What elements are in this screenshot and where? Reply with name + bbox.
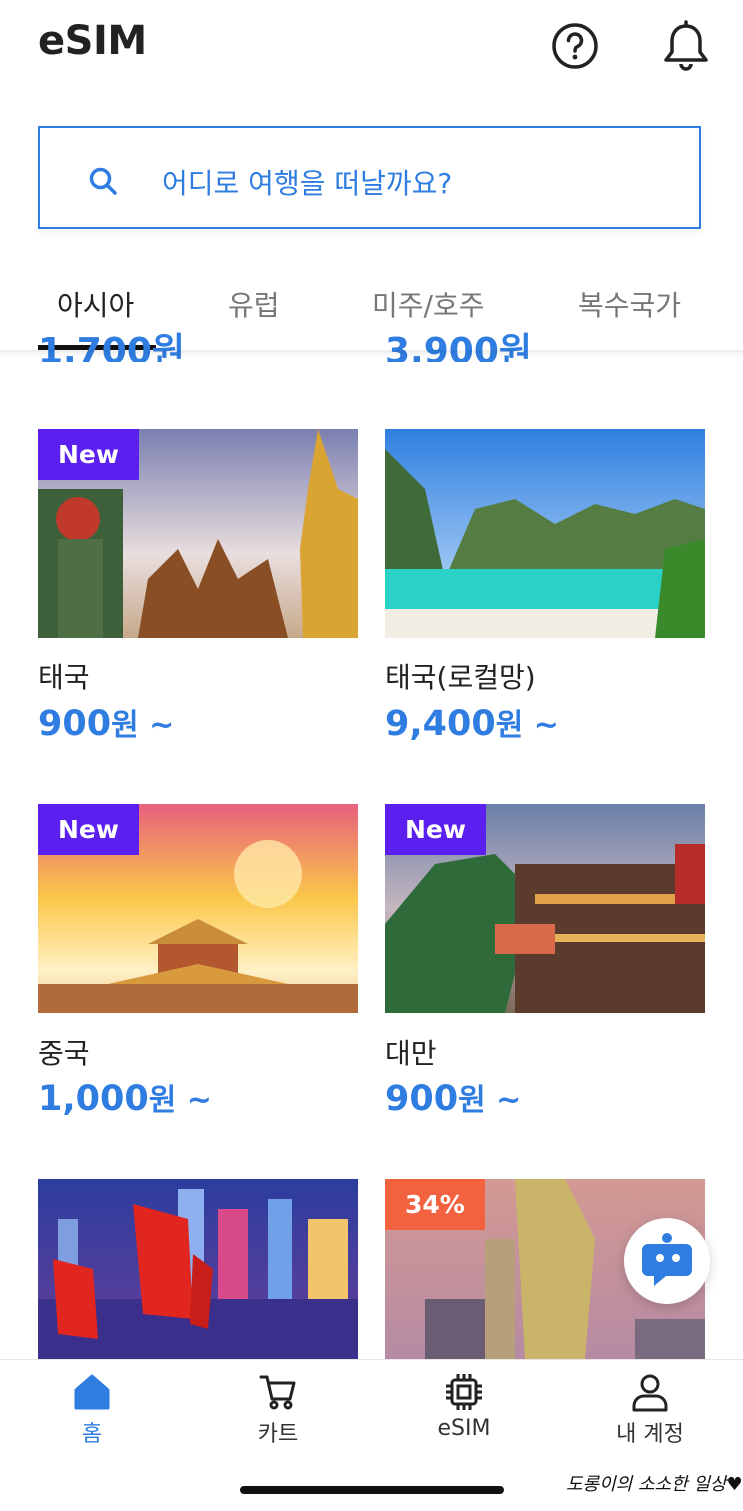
nav-account[interactable]: 내 계정 xyxy=(590,1360,710,1460)
nav-esim[interactable]: eSIM xyxy=(404,1360,524,1460)
tab-multi-country[interactable]: 복수국가 xyxy=(578,284,681,324)
nav-home-label: 홈 xyxy=(81,1422,103,1447)
card-image-thailand-local[interactable] xyxy=(385,429,705,638)
cart-icon xyxy=(259,1375,296,1410)
new-badge: New xyxy=(385,804,486,855)
help-circle-icon[interactable] xyxy=(551,22,599,70)
tab-bar-shadow xyxy=(0,350,743,358)
card-price: 1,000원 ~ xyxy=(38,1079,212,1119)
user-icon xyxy=(632,1374,668,1412)
watermark-text: 도롱이의 소소한 일상♥ xyxy=(566,1474,743,1495)
card-image-thailand[interactable]: New xyxy=(38,429,358,638)
bell-icon[interactable] xyxy=(660,20,712,72)
card-price: 900원 ~ xyxy=(385,1079,522,1119)
home-icon xyxy=(74,1374,110,1410)
new-badge: New xyxy=(38,804,139,855)
search-placeholder: 어디로 여행을 떠날까요? xyxy=(162,167,453,200)
card-price: 9,400원 ~ xyxy=(385,704,559,744)
discount-badge: 34% xyxy=(385,1179,485,1230)
nav-account-label: 내 계정 xyxy=(616,1422,684,1447)
card-name: 중국 xyxy=(38,1037,90,1070)
card-name: 태국(로컬망) xyxy=(385,661,536,694)
card-price: 900원 ~ xyxy=(38,704,175,744)
nav-cart[interactable]: 카트 xyxy=(218,1360,338,1460)
new-badge: New xyxy=(38,429,139,480)
nav-esim-label: eSIM xyxy=(437,1416,491,1441)
nav-home[interactable]: 홈 xyxy=(32,1360,152,1460)
nav-cart-label: 카트 xyxy=(257,1422,299,1447)
card-name: 대만 xyxy=(385,1037,437,1070)
search-input[interactable]: 어디로 여행을 떠날까요? xyxy=(38,126,701,229)
app-title: eSIM xyxy=(38,18,147,64)
chatbot-icon xyxy=(642,1233,692,1286)
card-name: 태국 xyxy=(38,661,90,694)
card-image-hongkong[interactable] xyxy=(38,1179,358,1359)
card-image-taiwan[interactable]: New xyxy=(385,804,705,1013)
home-indicator xyxy=(240,1486,504,1494)
chat-bot-button[interactable] xyxy=(624,1218,710,1304)
card-image-china[interactable]: New xyxy=(38,804,358,1013)
chip-icon xyxy=(446,1374,482,1410)
search-icon xyxy=(89,167,117,195)
